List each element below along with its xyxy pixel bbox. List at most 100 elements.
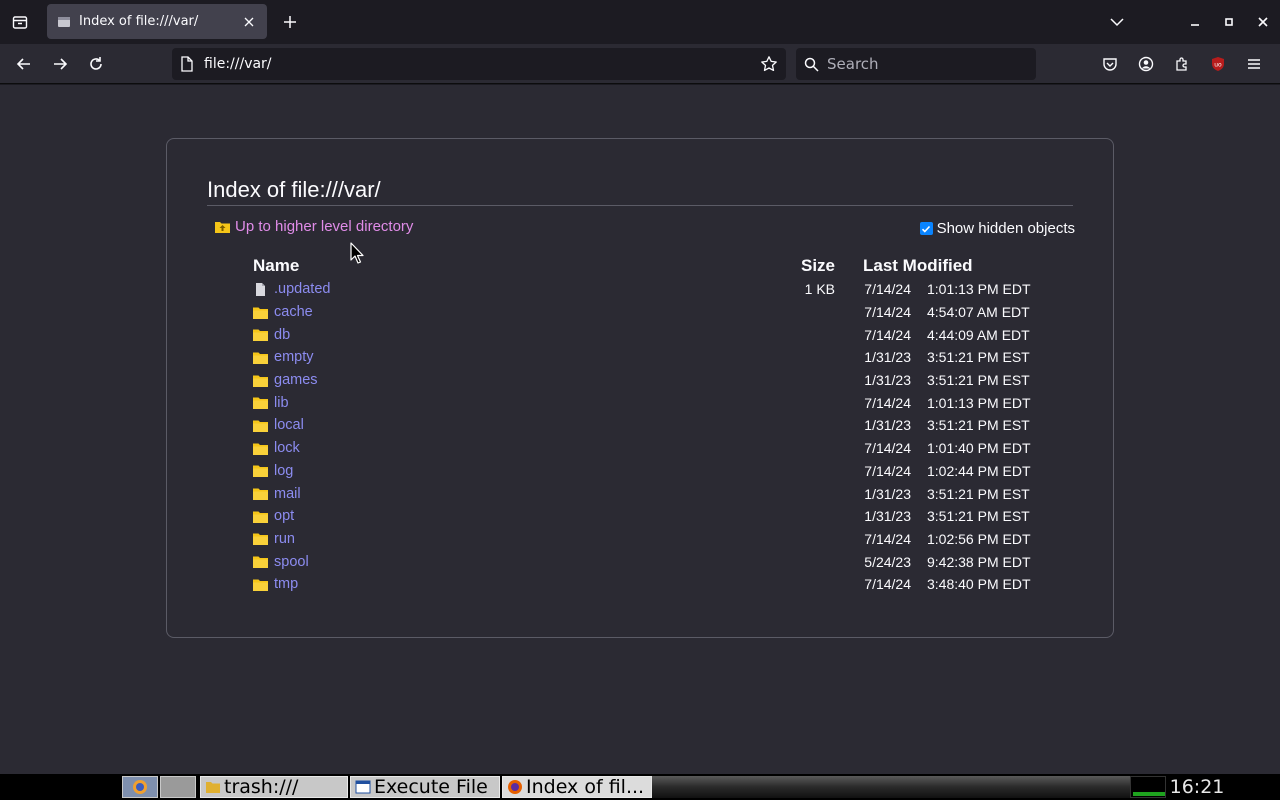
taskbar-task[interactable]: trash:/// bbox=[200, 776, 348, 798]
entry-link[interactable]: empty bbox=[274, 349, 314, 365]
table-row: .updated 1 KB 7/14/24 1:01:13 PM EDT bbox=[253, 278, 1037, 301]
window-icon bbox=[355, 779, 371, 795]
app-menu-button[interactable] bbox=[1236, 44, 1272, 84]
entry-time: 1:01:13 PM EDT bbox=[927, 281, 1031, 298]
entry-time: 1:01:40 PM EDT bbox=[927, 440, 1031, 457]
directory-table: Name Size Last Modified .updated 1 KB 7/14… bbox=[253, 254, 1037, 596]
bookmark-star-icon[interactable] bbox=[760, 55, 778, 73]
close-window-button[interactable] bbox=[1246, 0, 1280, 44]
table-row: log 7/14/24 1:02:44 PM EDT bbox=[253, 460, 1037, 483]
table-row: lib 7/14/24 1:01:13 PM EDT bbox=[253, 391, 1037, 414]
url-bar[interactable]: file:///var/ bbox=[172, 48, 786, 80]
folder-icon bbox=[253, 375, 268, 387]
entry-link[interactable]: log bbox=[274, 463, 293, 479]
app-launcher-button[interactable] bbox=[122, 776, 158, 798]
entry-link[interactable]: tmp bbox=[274, 576, 298, 592]
reload-button[interactable] bbox=[84, 52, 108, 76]
taskbar-task[interactable]: Execute File bbox=[350, 776, 500, 798]
desktop-pager[interactable] bbox=[160, 776, 196, 798]
entry-time: 3:48:40 PM EDT bbox=[927, 576, 1031, 593]
entry-size bbox=[783, 550, 863, 573]
up-directory-link[interactable]: Up to higher level directory bbox=[215, 218, 413, 235]
firefox-icon bbox=[507, 779, 523, 795]
entry-link[interactable]: cache bbox=[274, 304, 313, 320]
pocket-button[interactable] bbox=[1092, 44, 1128, 84]
folder-icon bbox=[253, 465, 268, 478]
search-input[interactable] bbox=[827, 55, 1027, 73]
entry-size bbox=[783, 505, 863, 528]
entry-date: 7/14/24 bbox=[864, 462, 911, 479]
table-row: empty 1/31/23 3:51:21 PM EST bbox=[253, 346, 1037, 369]
table-row: local 1/31/23 3:51:21 PM EST bbox=[253, 414, 1037, 437]
entry-link[interactable]: local bbox=[274, 417, 304, 433]
entry-link[interactable]: db bbox=[274, 327, 290, 343]
folder-icon bbox=[253, 556, 268, 569]
list-all-tabs-button[interactable] bbox=[1100, 0, 1134, 44]
ublock-button[interactable]: uo bbox=[1200, 44, 1236, 84]
minimize-button[interactable] bbox=[1178, 0, 1212, 44]
hamburger-menu-icon bbox=[1248, 59, 1260, 69]
entry-link[interactable]: lock bbox=[274, 440, 300, 456]
entry-time: 3:51:21 PM EST bbox=[927, 508, 1030, 525]
minimize-icon bbox=[1191, 24, 1199, 26]
firefox-view-icon bbox=[12, 16, 28, 29]
entry-date: 7/14/24 bbox=[864, 304, 911, 321]
show-hidden-checkbox[interactable] bbox=[919, 222, 933, 235]
entry-date: 7/14/24 bbox=[864, 576, 911, 593]
page-icon bbox=[57, 15, 71, 29]
tab-active[interactable]: Index of file:///var/ bbox=[47, 4, 267, 39]
taskbar-task[interactable]: Index of fil... bbox=[502, 776, 652, 798]
entry-date: 7/14/24 bbox=[864, 326, 911, 343]
entry-date: 7/14/24 bbox=[864, 530, 911, 547]
entry-time: 1:02:56 PM EDT bbox=[927, 530, 1031, 547]
entry-link[interactable]: spool bbox=[274, 554, 309, 570]
entry-link[interactable]: lib bbox=[274, 395, 289, 411]
new-tab-button[interactable] bbox=[280, 12, 300, 32]
maximize-button[interactable] bbox=[1212, 0, 1246, 44]
folder-icon bbox=[253, 420, 268, 432]
table-row: run 7/14/24 1:02:56 PM EDT bbox=[253, 528, 1037, 551]
folder-icon bbox=[253, 352, 268, 364]
entry-size bbox=[783, 437, 863, 460]
name-column-header[interactable]: Name bbox=[253, 254, 783, 278]
entry-link[interactable]: games bbox=[274, 372, 318, 388]
search-bar[interactable] bbox=[796, 48, 1036, 80]
directory-listing-panel: Index of file:///var/ Up to higher level… bbox=[166, 138, 1114, 638]
svg-text:uo: uo bbox=[1214, 62, 1222, 69]
reload-icon bbox=[90, 57, 102, 70]
entry-size bbox=[783, 482, 863, 505]
checkmark-icon bbox=[921, 225, 931, 233]
entry-date: 1/31/23 bbox=[864, 349, 911, 366]
entry-link[interactable]: opt bbox=[274, 508, 294, 524]
entry-time: 3:51:21 PM EST bbox=[927, 372, 1030, 389]
entry-size bbox=[783, 369, 863, 392]
url-text[interactable]: file:///var/ bbox=[204, 56, 760, 72]
account-button[interactable] bbox=[1128, 44, 1164, 84]
entry-link[interactable]: .updated bbox=[274, 281, 330, 297]
size-column-header[interactable]: Size bbox=[783, 254, 863, 278]
folder-icon bbox=[253, 443, 268, 455]
file-icon bbox=[256, 282, 265, 296]
forward-button[interactable] bbox=[48, 52, 72, 76]
entry-link[interactable]: mail bbox=[274, 486, 301, 502]
entry-size bbox=[783, 573, 863, 596]
clock: 16:21 bbox=[1169, 776, 1225, 798]
entry-link[interactable]: run bbox=[274, 531, 295, 547]
entry-time: 1:02:44 PM EDT bbox=[927, 462, 1031, 479]
arrow-left-icon bbox=[16, 58, 30, 70]
close-tab-icon[interactable] bbox=[241, 14, 257, 30]
tab-bar: Index of file:///var/ bbox=[0, 0, 1280, 44]
extensions-button[interactable] bbox=[1164, 44, 1200, 84]
back-button[interactable] bbox=[12, 52, 36, 76]
page-title: Index of file:///var/ bbox=[207, 177, 381, 202]
modified-column-header[interactable]: Last Modified bbox=[863, 254, 1037, 278]
puzzle-icon bbox=[1176, 57, 1187, 71]
pocket-icon bbox=[1103, 58, 1117, 71]
table-row: spool 5/24/23 9:42:38 PM EDT bbox=[253, 550, 1037, 573]
entry-size bbox=[783, 414, 863, 437]
entry-date: 7/14/24 bbox=[864, 440, 911, 457]
taskbar-task-label: Index of fil... bbox=[526, 776, 645, 798]
firefox-view-button[interactable] bbox=[8, 10, 32, 34]
show-hidden-toggle[interactable]: Show hidden objects bbox=[919, 220, 1075, 237]
entry-time: 3:51:21 PM EST bbox=[927, 485, 1030, 502]
